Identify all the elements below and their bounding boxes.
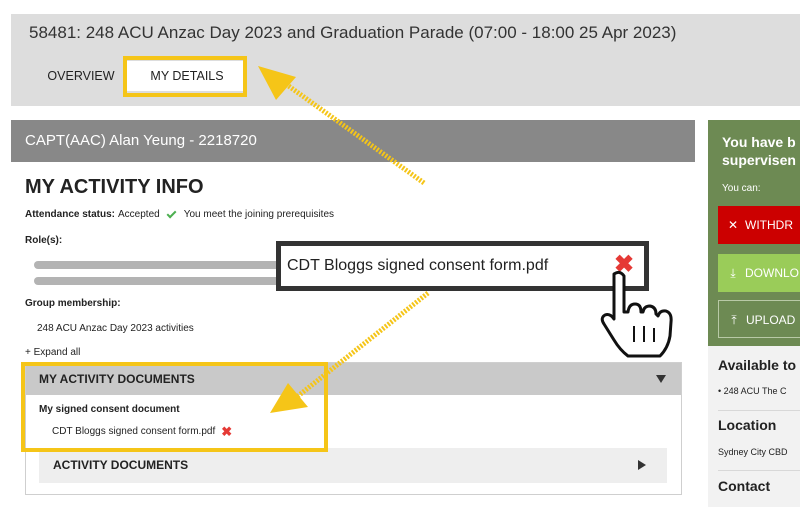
available-to-item: • 248 ACU The C [718,386,787,396]
x-icon: ✕ [727,218,739,232]
divider [718,410,800,411]
activity-details-aside: Available to • 248 ACU The C Location Sy… [708,346,800,507]
attendance-status-value: Accepted [118,209,160,220]
supervision-title: You have b supervisen [722,133,796,169]
check-icon [166,208,177,219]
location-value: Sydney City CBD [718,447,788,457]
withdraw-button[interactable]: ✕ WITHDR [718,206,800,244]
hand-cursor-icon [600,270,673,358]
redacted-role-line [34,261,284,269]
activity-title: 58481: 248 ACU Anzac Day 2023 and Gradua… [29,23,677,42]
prerequisite-status: You meet the joining prerequisites [183,209,335,220]
supervision-panel: You have b supervisen You can: ✕ WITHDR ⤓… [708,120,800,346]
redacted-role-line [34,277,284,285]
activity-documents-title: ACTIVITY DOCUMENTS [53,458,189,472]
supervision-title-line: supervisen [722,152,796,168]
attendance-status-label: Attendance status: [25,209,116,220]
location-heading: Location [718,417,777,433]
download-button[interactable]: ⤓ DOWNLO [718,254,800,292]
tab-overview[interactable]: OVERVIEW [31,61,131,91]
roles-label: Role(s): [25,235,63,246]
upload-button-label: UPLOAD [746,313,796,327]
expand-all-link[interactable]: + Expand all [25,347,80,358]
group-membership-label: Group membership: [25,298,121,309]
upload-button[interactable]: ⤒ UPLOAD [718,300,800,338]
supervision-title-line: You have b [722,134,796,150]
attendance-status-row: Attendance status: Accepted You meet the… [25,208,335,220]
annotation-highlight-box [123,56,247,97]
triangle-right-icon[interactable] [638,460,646,470]
zoomed-file-name: CDT Bloggs signed consent form.pdf [287,257,549,274]
upload-icon: ⤒ [731,313,737,327]
divider [718,470,800,471]
annotation-highlight-box [21,362,328,452]
contact-heading: Contact [718,478,771,494]
group-membership-item: 248 ACU Anzac Day 2023 activities [37,323,194,334]
you-can-label: You can: [722,183,761,194]
triangle-down-icon[interactable] [656,375,666,383]
activity-documents-section[interactable]: ACTIVITY DOCUMENTS [39,448,667,483]
download-button-label: DOWNLO [745,266,799,280]
page-title: MY ACTIVITY INFO [25,176,204,198]
available-to-heading: Available to [718,357,797,373]
zoomed-file-row: CDT Bloggs signed consent form.pdf ✖ [281,246,644,286]
withdraw-button-label: WITHDR [745,218,793,232]
person-name-bar: CAPT(AAC) Alan Yeung - 2218720 [11,120,695,162]
download-icon: ⤓ [730,266,736,280]
zoomed-file-callout: CDT Bloggs signed consent form.pdf ✖ [276,241,649,291]
